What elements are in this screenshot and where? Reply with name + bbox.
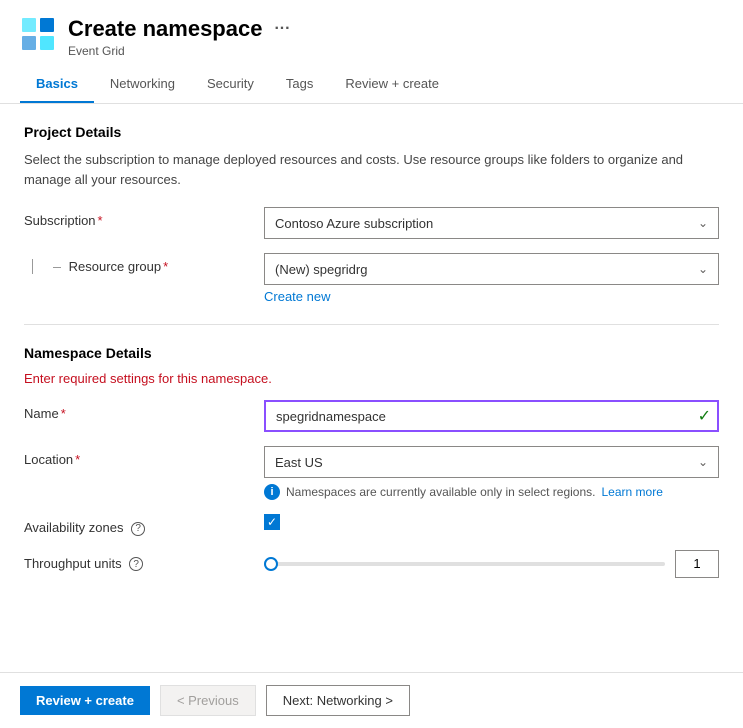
event-grid-icon	[20, 16, 56, 52]
info-icon: i	[264, 484, 280, 500]
location-dropdown[interactable]: East US ⌄	[264, 446, 719, 478]
throughput-units-row: Throughput units ?	[24, 550, 719, 578]
tab-basics[interactable]: Basics	[20, 66, 94, 103]
availability-zones-label: Availability zones ?	[24, 514, 264, 536]
name-label: Name*	[24, 400, 264, 421]
main-content: Project Details Select the subscription …	[0, 104, 743, 612]
name-input-wrap: ✓	[264, 400, 719, 432]
resource-group-chevron-icon: ⌄	[698, 262, 708, 276]
resource-group-row: Resource group* (New) spegridrg ⌄ Create…	[24, 253, 719, 304]
namespace-details-section: Namespace Details Enter required setting…	[24, 345, 719, 578]
resource-group-value: (New) spegridrg	[275, 262, 367, 277]
throughput-units-label: Throughput units ?	[24, 550, 264, 572]
resource-group-label: Resource group	[69, 259, 162, 274]
header-text-group: Create namespace ··· Event Grid	[68, 16, 290, 58]
resource-group-control-wrap: (New) spegridrg ⌄ Create new	[264, 253, 719, 304]
subscription-chevron-icon: ⌄	[698, 216, 708, 230]
throughput-units-control	[264, 550, 719, 578]
page-header: Create namespace ··· Event Grid	[0, 0, 743, 66]
availability-zones-control: ✓	[264, 514, 719, 530]
page-title: Create namespace ···	[68, 16, 290, 42]
tab-tags[interactable]: Tags	[270, 66, 329, 103]
section-divider	[24, 324, 719, 325]
ellipsis-menu-button[interactable]: ···	[274, 20, 290, 38]
check-icon: ✓	[698, 406, 711, 426]
subscription-dropdown-wrap: Contoso Azure subscription ⌄	[264, 207, 719, 239]
availability-zones-row: Availability zones ? ✓	[24, 514, 719, 536]
availability-zones-checkbox-container: ✓	[264, 514, 719, 530]
location-label: Location*	[24, 446, 264, 467]
page-subtitle: Event Grid	[68, 44, 290, 58]
subscription-row: Subscription* Contoso Azure subscription…	[24, 207, 719, 239]
availability-zones-checkbox[interactable]: ✓	[264, 514, 280, 530]
name-input[interactable]	[264, 400, 719, 432]
slider-container	[264, 550, 719, 578]
location-row: Location* East US ⌄ i Namespaces are cur…	[24, 446, 719, 500]
review-create-button[interactable]: Review + create	[20, 686, 150, 715]
subscription-dropdown[interactable]: Contoso Azure subscription ⌄	[264, 207, 719, 239]
project-details-desc: Select the subscription to manage deploy…	[24, 150, 719, 189]
tab-security[interactable]: Security	[191, 66, 270, 103]
location-control-wrap: East US ⌄ i Namespaces are currently ava…	[264, 446, 719, 500]
tab-bar: Basics Networking Security Tags Review +…	[0, 66, 743, 104]
subscription-value: Contoso Azure subscription	[275, 216, 433, 231]
resource-group-dropdown[interactable]: (New) spegridrg ⌄	[264, 253, 719, 285]
namespace-details-desc: Enter required settings for this namespa…	[24, 371, 719, 386]
availability-zones-tooltip-icon[interactable]: ?	[131, 522, 145, 536]
name-row: Name* ✓	[24, 400, 719, 432]
learn-more-link[interactable]: Learn more	[602, 485, 663, 499]
throughput-units-tooltip-icon[interactable]: ?	[129, 557, 143, 571]
location-info-text: Namespaces are currently available only …	[286, 485, 596, 499]
throughput-value-input[interactable]	[675, 550, 719, 578]
location-value: East US	[275, 455, 323, 470]
checkbox-check-icon: ✓	[267, 516, 277, 528]
namespace-details-title: Namespace Details	[24, 345, 719, 361]
location-chevron-icon: ⌄	[698, 455, 708, 469]
location-info-row: i Namespaces are currently available onl…	[264, 484, 719, 500]
next-button[interactable]: Next: Networking >	[266, 685, 410, 716]
project-details-title: Project Details	[24, 124, 719, 140]
previous-button: < Previous	[160, 685, 256, 716]
slider-thumb[interactable]	[264, 557, 278, 571]
resource-group-label-wrap: Resource group*	[24, 253, 264, 274]
throughput-slider-track[interactable]	[264, 562, 665, 566]
create-new-link[interactable]: Create new	[264, 289, 330, 304]
subscription-label: Subscription*	[24, 207, 264, 228]
tab-review-create[interactable]: Review + create	[329, 66, 455, 103]
footer: Review + create < Previous Next: Network…	[0, 672, 743, 728]
tab-networking[interactable]: Networking	[94, 66, 191, 103]
